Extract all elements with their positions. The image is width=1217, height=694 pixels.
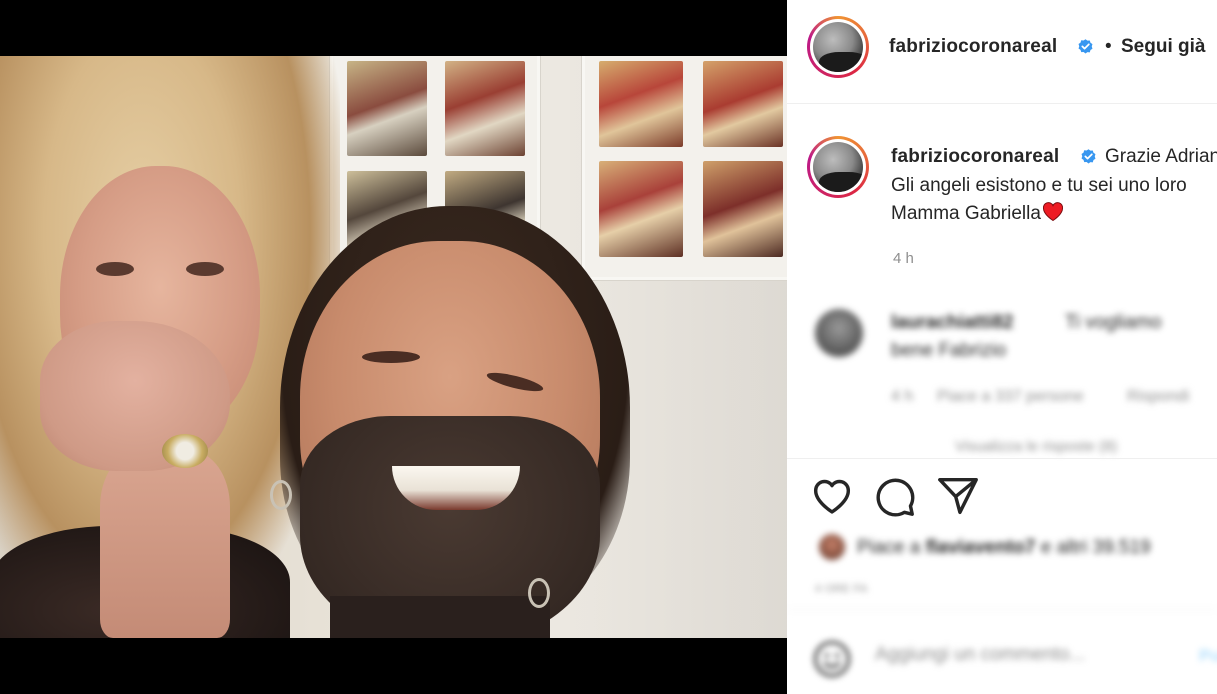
comment-reply-button[interactable]: Rispondi (1127, 388, 1189, 406)
post-side-panel: fabriziocoronareal • Segui già fabrizioc… (787, 0, 1217, 694)
poster-frame-right (582, 56, 787, 280)
wristwatch (162, 434, 208, 468)
caption-line-3: Mamma Gabriella (891, 199, 1065, 228)
emoji-smiley-icon[interactable] (811, 638, 853, 680)
caption-author-avatar-image (813, 142, 863, 192)
verified-badge-icon (1081, 149, 1096, 164)
poster (599, 161, 683, 257)
likes-avatar (817, 532, 847, 562)
post-photo[interactable] (0, 56, 787, 638)
likes-suffix: e altri 39.519 (1035, 537, 1151, 558)
caption-username[interactable]: fabriziocoronareal (891, 146, 1059, 168)
verified-badge-icon (1078, 39, 1093, 54)
author-avatar[interactable] (807, 16, 869, 78)
earring (270, 480, 292, 510)
woman-eye (186, 262, 224, 276)
poster (703, 61, 783, 147)
author-avatar-image (813, 22, 863, 72)
comment-bubble-icon[interactable] (871, 473, 917, 519)
heart-emoji-icon (1042, 202, 1063, 222)
man-eye (362, 351, 420, 363)
poster (599, 61, 683, 147)
add-comment-bar: Pubblica (787, 609, 1217, 694)
caption-author-avatar[interactable] (807, 136, 869, 198)
comment-avatar[interactable] (815, 309, 863, 357)
poster (703, 161, 783, 257)
comment-likes[interactable]: Piace a 337 persone (937, 388, 1084, 406)
likes-prefix: Piace a (857, 537, 926, 558)
comment-text-line-2: bene Fabrizio (891, 340, 1007, 361)
caption-line-3-text: Mamma Gabriella (891, 203, 1041, 224)
caption-line-1: Grazie Adriana (1105, 146, 1217, 167)
follow-status-button[interactable]: Segui già (1121, 36, 1205, 58)
comment-text-line-1: Ti vogliamo (1065, 312, 1162, 333)
earring (528, 578, 550, 608)
header-separator: • (1105, 36, 1112, 57)
comment-username[interactable]: laurachiatti82 (891, 312, 1014, 334)
share-paper-plane-icon[interactable] (935, 473, 981, 519)
post-date: 4 ORE FA (815, 583, 868, 595)
post-media[interactable] (0, 0, 787, 694)
man-neck (330, 596, 550, 638)
likes-text[interactable]: Piace a flaviavento7 e altri 39.519 (857, 537, 1151, 559)
woman-eye (96, 262, 134, 276)
publish-comment-button[interactable]: Pubblica (1199, 646, 1217, 666)
poster (445, 61, 525, 156)
comment-time: 4 h (891, 388, 914, 405)
post-header: fabriziocoronareal • Segui già (787, 0, 1217, 104)
likes-user[interactable]: flaviavento7 (926, 537, 1036, 558)
like-heart-icon[interactable] (809, 473, 855, 519)
woman-arm (100, 451, 230, 638)
caption-line-2: Gli angeli esistono e tu sei uno loro (891, 175, 1187, 196)
view-replies-link[interactable]: Visualizza le risposte (8) (955, 438, 1117, 455)
comment-input[interactable] (875, 640, 1195, 670)
caption-time: 4 h (893, 250, 914, 267)
poster (347, 61, 427, 156)
header-username[interactable]: fabriziocoronareal (889, 36, 1057, 58)
